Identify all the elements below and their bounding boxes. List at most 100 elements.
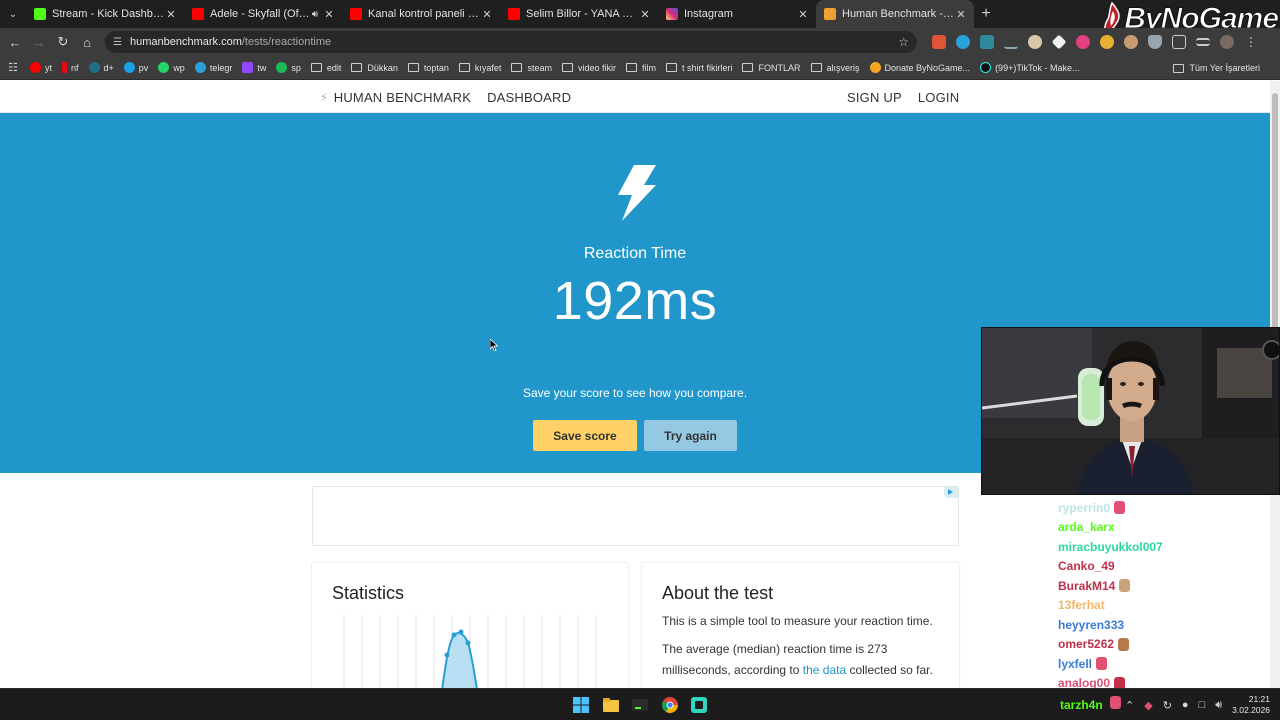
blue-extension-icon[interactable] <box>956 35 970 49</box>
bookmark-folder[interactable]: toptan <box>407 63 449 73</box>
emote-icon <box>1114 501 1126 515</box>
scrollbar-thumb[interactable] <box>1272 93 1278 333</box>
profile-avatar[interactable] <box>1220 35 1234 49</box>
bookmark-folder[interactable]: FONTLAR <box>742 63 801 73</box>
streamer-webcam-image <box>982 328 1279 494</box>
back-arrow-icon[interactable]: ← <box>3 30 27 54</box>
tray-app-icon[interactable]: ◆ <box>1144 699 1152 712</box>
chat-username: heyyren333 <box>1058 617 1125 632</box>
tab-list-icon[interactable] <box>1196 38 1210 46</box>
tiktok-icon <box>980 62 992 73</box>
bookmark-star-icon[interactable]: ☆ <box>898 35 909 49</box>
kebab-menu-icon[interactable]: ⋮ <box>1244 35 1258 49</box>
browser-tab[interactable]: Stream - Kick Dashboard ✕ <box>26 0 184 28</box>
adchoices-icon[interactable] <box>944 487 958 498</box>
bookmark-label: (99+)TikTok - Make... <box>995 62 1080 73</box>
ad-banner[interactable] <box>312 486 959 546</box>
apps-grid-icon[interactable]: ☷ <box>0 61 26 74</box>
stream-app-icon[interactable] <box>691 697 707 713</box>
reload-icon[interactable]: ↻ <box>51 30 75 54</box>
calendar-extension-icon[interactable] <box>932 35 946 49</box>
nav-home-link[interactable]: HUMAN BENCHMARK <box>334 90 471 105</box>
about-paragraph-2: The average (median) reaction time is 27… <box>662 639 947 681</box>
tab-close-icon[interactable]: ✕ <box>954 8 968 21</box>
bookmark-item[interactable]: wp <box>158 62 185 73</box>
puzzle-extensions-icon[interactable] <box>1172 35 1186 49</box>
emote-icon <box>1096 657 1108 671</box>
bookmark-folder[interactable]: alışveriş <box>810 63 860 73</box>
bookmark-item[interactable]: nf <box>62 62 79 73</box>
browser-tab[interactable]: Selim Billor - YANA YANA ft. Es ✕ <box>500 0 658 28</box>
bookmark-folder[interactable]: steam <box>511 63 552 73</box>
windows-start-icon[interactable] <box>573 697 589 713</box>
tab-label: Kanal kontrol paneli - YouTube <box>368 8 480 20</box>
tab-close-icon[interactable]: ✕ <box>638 8 652 21</box>
browser-tab[interactable]: Kanal kontrol paneli - YouTube ✕ <box>342 0 500 28</box>
mic-icon[interactable]: ● <box>1182 699 1189 711</box>
forward-arrow-icon[interactable]: → <box>27 30 51 54</box>
bookmark-label: tw <box>257 62 267 73</box>
sync-icon[interactable]: ↻ <box>1163 699 1172 712</box>
bookmark-item[interactable]: (99+)TikTok - Make... <box>980 62 1080 73</box>
bookmark-item[interactable]: sp <box>276 62 301 73</box>
diamond-extension-icon[interactable] <box>1051 34 1067 50</box>
chat-message: lyxfell <box>1058 654 1280 674</box>
bookmark-folder[interactable]: kıyafet <box>458 63 501 73</box>
address-bar[interactable]: ☰ humanbenchmark.com/tests/reactiontime … <box>105 31 917 53</box>
nav-dashboard-link[interactable]: DASHBOARD <box>487 90 571 105</box>
chevron-up-icon[interactable]: ⌃ <box>1125 699 1134 712</box>
nav-login-link[interactable]: LOGIN <box>918 90 959 105</box>
try-again-button[interactable]: Try again <box>644 420 737 451</box>
browser-tab[interactable]: Instagram ✕ <box>658 0 816 28</box>
volume-icon[interactable]: 🔊︎ <box>1215 699 1222 712</box>
url-path: /tests/reactiontime <box>241 36 332 48</box>
terminal-app-icon[interactable] <box>632 697 648 713</box>
browser-tab-active[interactable]: Human Benchmark - Reaction T ✕ <box>816 0 974 28</box>
network-icon[interactable]: □ <box>1199 699 1206 711</box>
nav-signup-link[interactable]: SIGN UP <box>847 90 902 105</box>
audio-playing-icon[interactable]: 🔊︎ <box>312 9 318 20</box>
bookmark-folder[interactable]: film <box>625 63 656 73</box>
system-tray: ⌃ ◆ ↻ ● □ 🔊︎ 21:21 3.02.2026 <box>1125 689 1270 720</box>
site-info-icon[interactable]: ☰ <box>113 37 122 48</box>
dash-extension-icon[interactable] <box>1004 35 1018 49</box>
bookmark-item[interactable]: pv <box>123 62 148 73</box>
bookmark-item[interactable]: telegr <box>194 62 233 73</box>
folder-icon <box>665 63 677 72</box>
emote-icon <box>1119 579 1131 593</box>
avatar-extension-icon[interactable] <box>1124 35 1138 49</box>
bookmark-label: wp <box>173 62 185 73</box>
new-tab-button[interactable]: + <box>974 5 998 23</box>
bookmark-folder[interactable]: Dükkan <box>351 63 398 73</box>
all-bookmarks-folder[interactable]: Tüm Yer İşaretleri <box>1173 56 1260 80</box>
browser-tab[interactable]: Adele - Skyfall (Official Lyric 🔊︎ ✕ <box>184 0 342 28</box>
tab-close-icon[interactable]: ✕ <box>322 8 336 21</box>
bookmark-item[interactable]: d+ <box>88 62 114 73</box>
chrome-icon[interactable] <box>662 697 678 713</box>
tab-close-icon[interactable]: ✕ <box>480 8 494 21</box>
system-clock[interactable]: 21:21 3.02.2026 <box>1232 694 1270 716</box>
home-icon[interactable]: ⌂ <box>75 30 99 54</box>
bookmark-folder[interactable]: t shirt fikirleri <box>665 63 732 73</box>
tab-close-icon[interactable]: ✕ <box>164 8 178 21</box>
the-data-link[interactable]: the data <box>803 663 846 677</box>
shield-extension-icon[interactable] <box>1148 35 1162 49</box>
bookmark-item[interactable]: tw <box>242 62 266 73</box>
save-score-button[interactable]: Save score <box>533 420 637 451</box>
spotify-icon <box>276 62 288 73</box>
chat-username: Canko_49 <box>1058 559 1115 574</box>
file-explorer-icon[interactable] <box>603 697 619 713</box>
about-paragraph-1: This is a simple tool to measure your re… <box>662 614 933 628</box>
tab-search-chevron-icon[interactable]: ⌄ <box>0 0 26 28</box>
pink-extension-icon[interactable] <box>1076 35 1090 49</box>
bookmark-folder[interactable]: video fikir <box>561 63 616 73</box>
bookmark-label: telegr <box>209 62 233 73</box>
screen-extension-icon[interactable] <box>980 35 994 49</box>
bookmark-folder[interactable]: edit <box>310 63 341 73</box>
about-text: collected so far. <box>849 663 933 677</box>
cream-extension-icon[interactable] <box>1028 35 1042 49</box>
tab-close-icon[interactable]: ✕ <box>796 8 810 21</box>
yellow-extension-icon[interactable] <box>1100 35 1114 49</box>
bookmark-item[interactable]: Donate ByNoGame... <box>869 62 970 73</box>
bookmark-item[interactable]: yt <box>30 62 52 73</box>
